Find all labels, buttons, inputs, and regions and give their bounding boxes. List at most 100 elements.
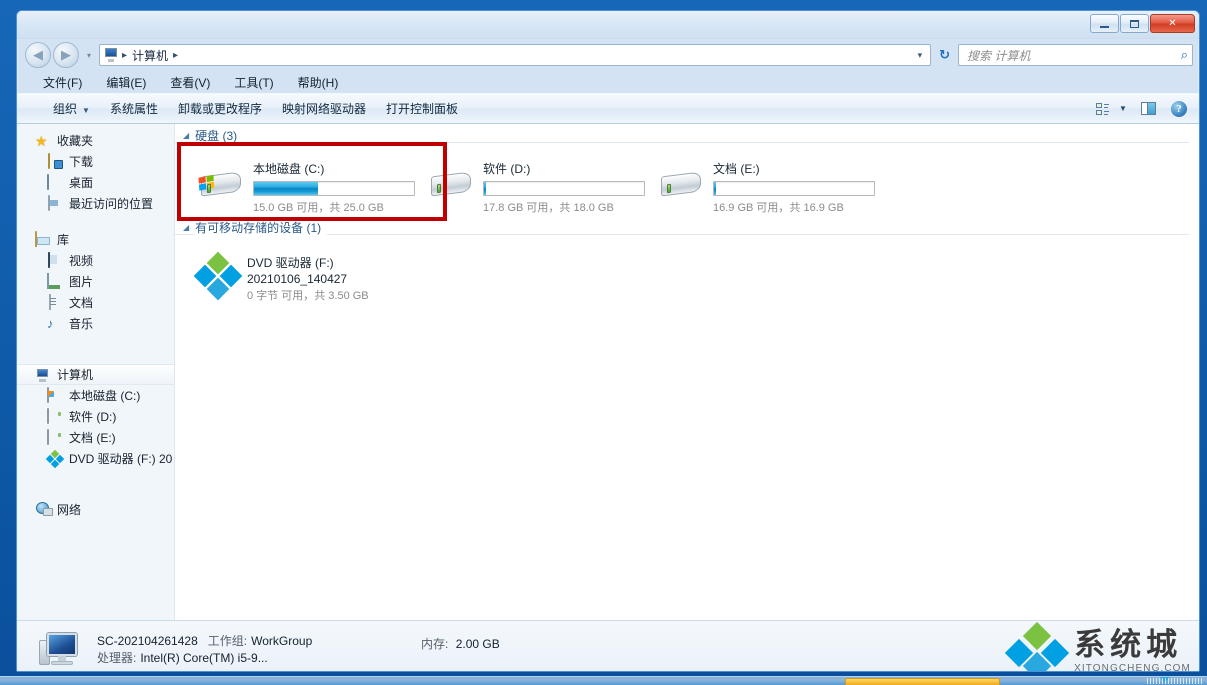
processor-value: Intel(R) Core(TM) i5-9...	[140, 650, 268, 665]
group-header-removable-storage[interactable]: ◢ 有可移动存储的设备 (1)	[175, 216, 1199, 238]
collapse-triangle-icon[interactable]: ◢	[183, 223, 189, 232]
toolbar-organize-button[interactable]: 组织 ▼	[43, 96, 100, 121]
capacity-meter-fill	[254, 182, 318, 195]
sidebar-item-recent-places[interactable]: 最近访问的位置	[17, 193, 174, 214]
collapse-triangle-icon[interactable]: ◢	[183, 131, 189, 140]
capacity-meter-d	[483, 181, 645, 196]
watermark-brand-cn: 系统城	[1074, 626, 1183, 663]
sidebar-item-favorites[interactable]: ★ 收藏夹	[17, 130, 174, 151]
taskbar[interactable]	[0, 676, 1207, 685]
download-icon	[47, 152, 63, 170]
sidebar-item-pictures[interactable]: 图片	[17, 271, 174, 292]
toolbar-map-network-drive[interactable]: 映射网络驱动器	[272, 96, 376, 121]
hdd-windows-icon	[47, 386, 63, 404]
sidebar-item-downloads[interactable]: 下载	[17, 151, 174, 172]
hdd-windows-icon	[197, 162, 245, 206]
workgroup-label: 工作组:	[207, 633, 248, 648]
back-button[interactable]: ◀	[25, 42, 51, 68]
sidebar-item-local-disk-c[interactable]: 本地磁盘 (C:)	[17, 385, 174, 406]
sidebar-item-software-d[interactable]: 软件 (D:)	[17, 406, 174, 427]
drive-tile-c[interactable]: 本地磁盘 (C:) 15.0 GB 可用，共 25.0 GB	[189, 152, 419, 214]
document-icon	[47, 293, 63, 311]
change-view-dropdown[interactable]: ▼	[1115, 98, 1131, 120]
sidebar-label: 文档	[69, 296, 94, 310]
group-rule	[175, 142, 1189, 143]
search-input[interactable]: 搜索 计算机 ⌕	[958, 44, 1193, 66]
menu-tools[interactable]: 工具(T)	[230, 73, 277, 92]
picture-icon	[47, 272, 63, 290]
sidebar-label: 软件 (D:)	[69, 410, 117, 424]
star-icon: ★	[35, 132, 48, 149]
taskbar-active-item[interactable]	[845, 678, 1000, 685]
desktop-icon	[47, 173, 63, 191]
sidebar-item-desktop[interactable]: 桌面	[17, 172, 174, 193]
group-title: 硬盘 (3)	[195, 126, 244, 144]
sidebar-item-libraries[interactable]: 库	[17, 229, 174, 250]
sidebar-item-dvd-drive-f[interactable]: DVD 驱动器 (F:) 20	[17, 448, 174, 469]
menu-view[interactable]: 查看(V)	[166, 73, 214, 92]
taskbar-clock[interactable]	[1147, 678, 1203, 684]
minimize-icon	[1100, 25, 1109, 28]
drive-info-c: 本地磁盘 (C:) 15.0 GB 可用，共 25.0 GB	[253, 156, 415, 215]
search-placeholder: 搜索 计算机	[967, 48, 1031, 63]
capacity-meter-e	[713, 181, 875, 196]
sidebar-label: 下载	[69, 155, 94, 169]
drive-tile-f[interactable]: DVD 驱动器 (F:) 20210106_140427 0 字节 可用，共 3…	[189, 246, 449, 302]
sidebar-divider	[17, 336, 174, 364]
music-icon: ♪	[47, 315, 54, 331]
maximize-button[interactable]	[1120, 14, 1149, 33]
help-button[interactable]: ?	[1165, 98, 1193, 120]
sidebar-label: 视频	[69, 254, 94, 268]
recent-pages-button[interactable]: ▾	[83, 51, 95, 60]
drive-tile-d[interactable]: 软件 (D:) 17.8 GB 可用，共 18.0 GB	[419, 152, 649, 214]
sidebar-item-music[interactable]: ♪ 音乐	[17, 313, 174, 334]
computer-name: SC-202104261428	[97, 633, 198, 648]
close-icon: ✕	[1168, 18, 1177, 29]
sidebar-group-libraries: 库 视频 图片 文档 ♪ 音乐	[17, 229, 174, 334]
address-bar[interactable]: ▸ 计算机 ▸ ▾	[99, 44, 932, 66]
capacity-meter-fill	[484, 182, 486, 195]
recent-places-icon	[47, 194, 63, 212]
menu-help[interactable]: 帮助(H)	[294, 73, 343, 92]
sidebar-item-videos[interactable]: 视频	[17, 250, 174, 271]
drive-label: DVD 驱动器 (F:)	[247, 255, 334, 270]
toolbar-organize-label: 组织	[53, 102, 78, 116]
sidebar-label: 音乐	[69, 317, 94, 331]
drive-tile-e[interactable]: 文档 (E:) 16.9 GB 可用，共 16.9 GB	[649, 152, 879, 214]
removable-device-tiles: DVD 驱动器 (F:) 20210106_140427 0 字节 可用，共 3…	[175, 238, 1199, 302]
help-icon: ?	[1171, 100, 1187, 117]
sidebar-group-network: 网络	[17, 499, 174, 520]
toolbar-open-control-panel[interactable]: 打开控制面板	[376, 96, 468, 121]
sidebar-item-documents[interactable]: 文档	[17, 292, 174, 313]
sidebar-group-favorites: ★ 收藏夹 下载 桌面 最近访问的位置	[17, 130, 174, 214]
menu-edit[interactable]: 编辑(E)	[102, 73, 150, 92]
menu-file[interactable]: 文件(F)	[39, 73, 86, 92]
memory-value: 2.00 GB	[455, 637, 500, 651]
show-preview-pane-button[interactable]	[1131, 98, 1165, 120]
close-button[interactable]: ✕	[1150, 14, 1195, 33]
sidebar-item-documents-e[interactable]: 文档 (E:)	[17, 427, 174, 448]
sidebar-item-computer[interactable]: 计算机	[17, 364, 174, 385]
forward-button[interactable]: ▶	[53, 42, 79, 68]
sidebar-label: 最近访问的位置	[69, 197, 154, 211]
title-bar[interactable]: ✕	[17, 11, 1199, 39]
sidebar-item-network[interactable]: 网络	[17, 499, 174, 520]
diamond-logo-icon	[1004, 621, 1070, 671]
drive-info-e: 文档 (E:) 16.9 GB 可用，共 16.9 GB	[713, 156, 875, 215]
breadcrumb-separator-end[interactable]: ▸	[173, 50, 178, 61]
toolbar-uninstall-change-program[interactable]: 卸载或更改程序	[168, 96, 272, 121]
breadcrumb-computer[interactable]: 计算机	[130, 47, 170, 64]
file-list-pane[interactable]: ◢ 硬盘 (3) 本地磁盘 (C:) 15.0 GB 可用，共 25.0 GB …	[175, 124, 1199, 620]
window-body: ★ 收藏夹 下载 桌面 最近访问的位置 库 视频 图片 文档 ♪ 音乐 计算机 …	[17, 124, 1199, 620]
sidebar-label: 图片	[69, 275, 94, 289]
drive-capacity-text: 0 字节 可用，共 3.50 GB	[247, 289, 369, 302]
minimize-button[interactable]	[1090, 14, 1119, 33]
sidebar-label: 文档 (E:)	[69, 431, 116, 445]
view-list-icon	[1095, 102, 1109, 115]
hdd-icon	[657, 162, 705, 206]
toolbar-system-properties[interactable]: 系统属性	[100, 96, 168, 121]
refresh-icon[interactable]: ↻	[935, 47, 954, 63]
group-header-hard-disks[interactable]: ◢ 硬盘 (3)	[175, 124, 1199, 146]
change-view-button[interactable]	[1089, 98, 1115, 120]
chevron-down-icon[interactable]: ▾	[913, 50, 928, 61]
